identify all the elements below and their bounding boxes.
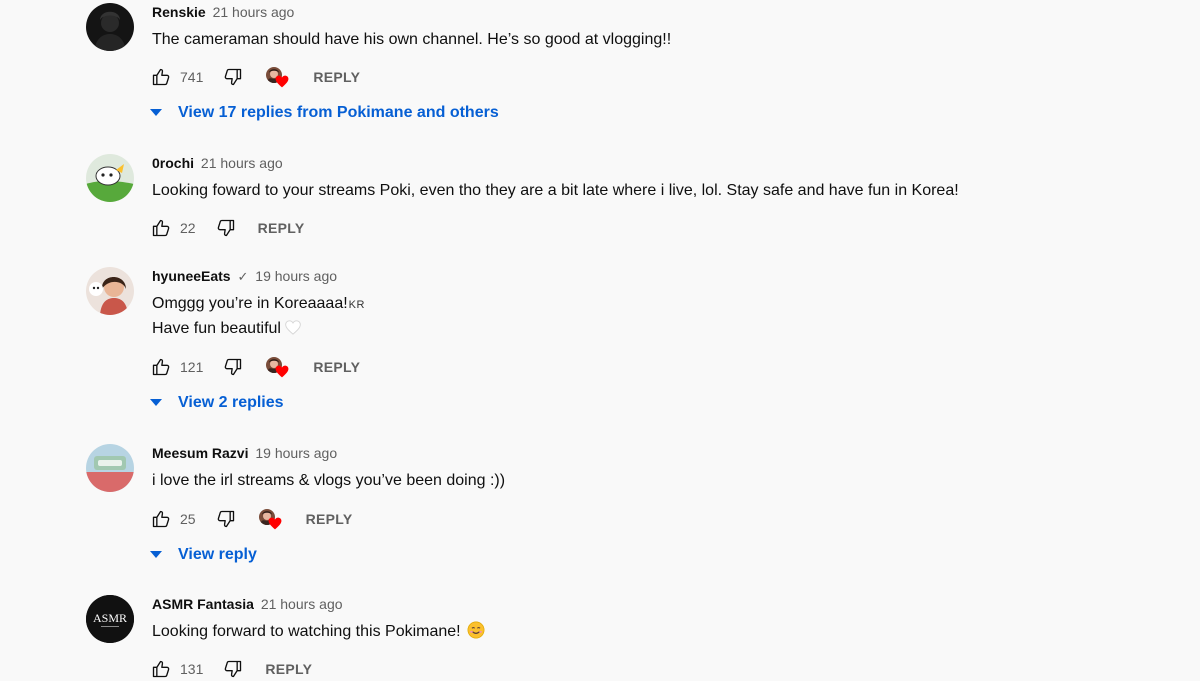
comment-actions: 22 REPLY: [151, 216, 304, 240]
comment-actions: 741 REPLY: [151, 65, 360, 89]
view-replies-label: View 17 replies from Pokimane and others: [178, 104, 499, 121]
caret-down-icon: [150, 551, 162, 559]
comment-actions: 131 REPLY: [151, 657, 312, 681]
thumbs-down-icon[interactable]: [223, 659, 243, 679]
comment-actions: 121 REPLY: [151, 355, 360, 379]
comment-text-line: Omggg you’re in Koreaaaa!: [152, 295, 348, 312]
comment-header: Renskie 21 hours ago: [152, 4, 294, 20]
avatar[interactable]: [86, 444, 134, 492]
comment-author[interactable]: ASMR Fantasia: [152, 596, 254, 612]
thumbs-up-icon[interactable]: [151, 67, 171, 87]
creator-heart-icon: [265, 66, 289, 88]
thumbs-down-icon[interactable]: [216, 218, 236, 238]
thumbs-down-icon[interactable]: [223, 357, 243, 377]
caret-down-icon: [150, 109, 162, 117]
thumbs-down-icon[interactable]: [216, 509, 236, 529]
like-count: 25: [180, 511, 196, 527]
reply-button[interactable]: REPLY: [306, 511, 353, 527]
comment-text-line: Looking forward to watching this Pokiman…: [152, 623, 461, 640]
reply-button[interactable]: REPLY: [258, 220, 305, 236]
comment-author[interactable]: 0rochi: [152, 155, 194, 171]
view-replies-label: View reply: [178, 546, 257, 563]
view-replies-button[interactable]: View reply: [150, 543, 257, 567]
like-count: 121: [180, 359, 204, 375]
like-count: 741: [180, 69, 204, 85]
reply-button[interactable]: REPLY: [313, 359, 360, 375]
comment-time[interactable]: 19 hours ago: [255, 268, 337, 284]
comment-time[interactable]: 21 hours ago: [213, 4, 295, 20]
comment-text: The cameraman should have his own channe…: [152, 31, 672, 48]
view-replies-button[interactable]: View 2 replies: [150, 391, 284, 415]
comment-header: hyuneeEats ✓ 19 hours ago: [152, 268, 337, 285]
thumbs-up-icon[interactable]: [151, 509, 171, 529]
verified-icon: ✓: [237, 269, 249, 284]
creator-heart-icon: [265, 356, 289, 378]
comment-time[interactable]: 19 hours ago: [255, 445, 337, 461]
comment-author[interactable]: Renskie: [152, 4, 206, 20]
white-heart-emoji: [285, 320, 301, 335]
view-replies-button[interactable]: View 17 replies from Pokimane and others: [150, 101, 499, 125]
reply-button[interactable]: REPLY: [313, 69, 360, 85]
flag-kr-emoji: KR: [348, 299, 365, 311]
thumbs-up-icon[interactable]: [151, 218, 171, 238]
avatar-logo-text: ASMR: [93, 611, 127, 625]
like-count: 22: [180, 220, 196, 236]
comment-author[interactable]: Meesum Razvi: [152, 445, 248, 461]
comment-time[interactable]: 21 hours ago: [201, 155, 283, 171]
comment-text: Looking foward to your streams Poki, eve…: [152, 182, 959, 199]
avatar[interactable]: [86, 267, 134, 315]
avatar[interactable]: [86, 154, 134, 202]
caret-down-icon: [150, 399, 162, 407]
comment-text: i love the irl streams & vlogs you’ve be…: [152, 472, 506, 489]
comment-text-line: Have fun beautiful: [152, 320, 281, 337]
view-replies-label: View 2 replies: [178, 394, 284, 411]
comment-actions: 25 REPLY: [151, 507, 352, 531]
comment-text: Omggg you’re in Koreaaaa!KR Have fun bea…: [152, 292, 365, 340]
thumbs-down-icon[interactable]: [223, 67, 243, 87]
comment-header: 0rochi 21 hours ago: [152, 155, 283, 171]
comment-author[interactable]: hyuneeEats: [152, 268, 231, 284]
smiling-face-emoji: [467, 621, 485, 639]
comment-header: ASMR Fantasia 21 hours ago: [152, 596, 343, 612]
comment-header: Meesum Razvi 19 hours ago: [152, 445, 337, 461]
thumbs-up-icon[interactable]: [151, 659, 171, 679]
comment-text: Looking forward to watching this Pokiman…: [152, 620, 485, 643]
creator-heart-icon: [258, 508, 282, 530]
avatar[interactable]: ASMR: [86, 595, 134, 643]
avatar[interactable]: [86, 3, 134, 51]
comment-time[interactable]: 21 hours ago: [261, 596, 343, 612]
thumbs-up-icon[interactable]: [151, 357, 171, 377]
